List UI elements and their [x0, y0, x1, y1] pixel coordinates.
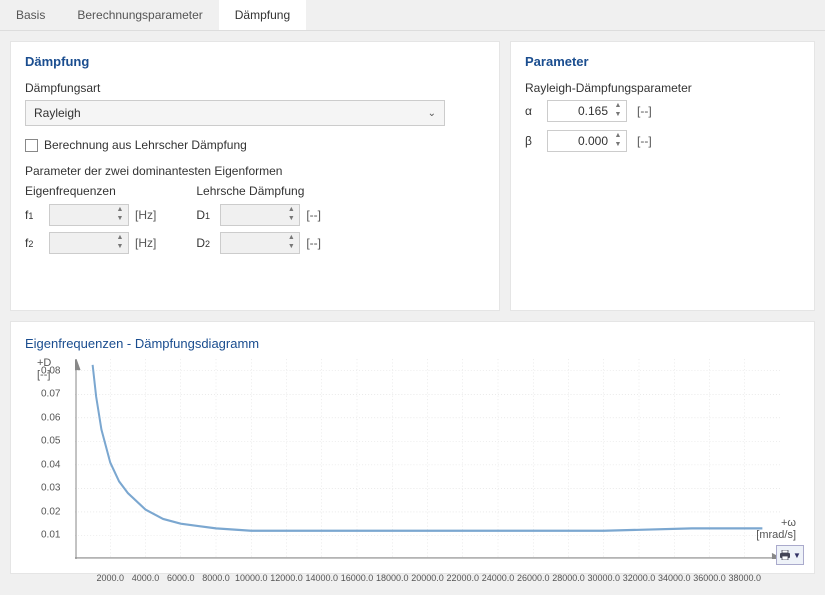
f1-spin-down[interactable]: ▼: [114, 215, 126, 224]
x-tick-label: 22000.0: [446, 573, 479, 583]
y-tick-label: 0.04: [41, 459, 60, 470]
tab-berechnungsparameter[interactable]: Berechnungsparameter: [61, 0, 218, 30]
f1-unit: [Hz]: [135, 208, 156, 222]
x-tick-label: 26000.0: [517, 573, 550, 583]
y-tick-label: 0.06: [41, 412, 60, 423]
alpha-spin-up[interactable]: ▲: [612, 102, 624, 111]
x-tick-label: 2000.0: [96, 573, 124, 583]
d1-spin-down[interactable]: ▼: [285, 215, 297, 224]
beta-input[interactable]: 0.000▲▼: [547, 130, 627, 152]
tab-bar: Basis Berechnungsparameter Dämpfung: [0, 0, 825, 31]
f1-spin-up[interactable]: ▲: [114, 206, 126, 215]
x-tick-label: 34000.0: [658, 573, 691, 583]
f1-input[interactable]: ▲▼: [49, 204, 129, 226]
alpha-input[interactable]: 0.165▲▼: [547, 100, 627, 122]
x-tick-label: 18000.0: [376, 573, 409, 583]
eigenfreq-col-head: Eigenfrequenzen: [25, 184, 156, 198]
f2-unit: [Hz]: [135, 236, 156, 250]
x-axis-label: +ω[mrad/s]: [756, 517, 796, 541]
d2-spin-down[interactable]: ▼: [285, 243, 297, 252]
print-icon: [779, 550, 791, 560]
f2-spin-up[interactable]: ▲: [114, 234, 126, 243]
alpha-symbol: α: [525, 104, 537, 118]
d1-input[interactable]: ▲▼: [220, 204, 300, 226]
chevron-down-icon: ⌄: [428, 108, 436, 119]
damping-type-label: Dämpfungsart: [25, 81, 485, 95]
y-tick-label: 0.03: [41, 483, 60, 494]
x-tick-label: 8000.0: [202, 573, 230, 583]
print-button[interactable]: ▼: [776, 545, 804, 565]
alpha-spin-down[interactable]: ▼: [612, 111, 624, 120]
d1-spin-up[interactable]: ▲: [285, 206, 297, 215]
tab-basis[interactable]: Basis: [0, 0, 61, 30]
beta-unit: [--]: [637, 134, 652, 148]
d2-unit: [--]: [306, 236, 321, 250]
x-tick-label: 20000.0: [411, 573, 444, 583]
d1-unit: [--]: [306, 208, 321, 222]
tab-daempfung[interactable]: Dämpfung: [219, 0, 306, 30]
d2-input[interactable]: ▲▼: [220, 232, 300, 254]
y-tick-label: 0.01: [41, 530, 60, 541]
x-tick-label: 36000.0: [693, 573, 726, 583]
d2-symbol: D2: [196, 236, 214, 250]
x-tick-label: 24000.0: [482, 573, 515, 583]
d1-symbol: D1: [196, 208, 214, 222]
chart-title: Eigenfrequenzen - Dämpfungsdiagramm: [25, 336, 800, 351]
chart-panel: Eigenfrequenzen - Dämpfungsdiagramm +D[-…: [10, 321, 815, 574]
eigenform-subhead: Parameter der zwei dominantesten Eigenfo…: [25, 164, 485, 178]
beta-symbol: β: [525, 134, 537, 148]
rayleigh-param-label: Rayleigh-Dämpfungsparameter: [525, 81, 800, 95]
x-tick-label: 28000.0: [552, 573, 585, 583]
f2-symbol: f2: [25, 236, 43, 250]
x-tick-label: 32000.0: [623, 573, 656, 583]
x-tick-label: 4000.0: [132, 573, 160, 583]
d2-spin-up[interactable]: ▲: [285, 234, 297, 243]
damping-type-value: Rayleigh: [34, 106, 81, 120]
chart-area: +D[--] +ω[mrad/s] 0.010.020.030.040.050.…: [75, 359, 780, 559]
damping-panel-title: Dämpfung: [25, 54, 485, 69]
x-tick-label: 6000.0: [167, 573, 195, 583]
f2-spin-down[interactable]: ▼: [114, 243, 126, 252]
damping-type-select[interactable]: Rayleigh ⌄: [25, 100, 445, 126]
parameter-panel: Parameter Rayleigh-Dämpfungsparameter α …: [510, 41, 815, 311]
y-tick-label: 0.07: [41, 389, 60, 400]
y-tick-label: 0.08: [41, 365, 60, 376]
x-tick-label: 10000.0: [235, 573, 268, 583]
chevron-down-icon: ▼: [793, 551, 801, 560]
lehr-col-head: Lehrsche Dämpfung: [196, 184, 321, 198]
x-tick-label: 16000.0: [341, 573, 374, 583]
x-tick-label: 12000.0: [270, 573, 303, 583]
x-tick-label: 38000.0: [728, 573, 761, 583]
f2-input[interactable]: ▲▼: [49, 232, 129, 254]
y-tick-label: 0.02: [41, 506, 60, 517]
parameter-panel-title: Parameter: [525, 54, 800, 69]
f1-symbol: f1: [25, 208, 43, 222]
beta-spin-down[interactable]: ▼: [612, 141, 624, 150]
x-tick-label: 30000.0: [587, 573, 620, 583]
damping-panel: Dämpfung Dämpfungsart Rayleigh ⌄ Berechn…: [10, 41, 500, 311]
x-tick-label: 14000.0: [305, 573, 338, 583]
lehr-damping-checkbox-label: Berechnung aus Lehrscher Dämpfung: [44, 138, 247, 152]
alpha-unit: [--]: [637, 104, 652, 118]
lehr-damping-checkbox[interactable]: [25, 139, 38, 152]
y-tick-label: 0.05: [41, 436, 60, 447]
beta-spin-up[interactable]: ▲: [612, 132, 624, 141]
damping-chart: [75, 359, 780, 559]
